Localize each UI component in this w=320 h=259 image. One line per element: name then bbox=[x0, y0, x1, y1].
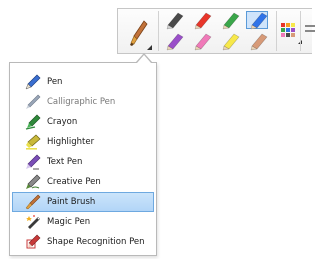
pen-toolbar bbox=[117, 8, 315, 54]
menu-item-label: Pen bbox=[47, 77, 63, 87]
menu-item-label: Crayon bbox=[47, 117, 78, 127]
swatch-green[interactable] bbox=[218, 11, 240, 30]
yellow-pen-icon bbox=[222, 33, 240, 51]
color-palette-button[interactable] bbox=[280, 22, 302, 44]
purple-pen-icon bbox=[166, 33, 184, 51]
pen-type-button[interactable] bbox=[128, 15, 152, 50]
toolbar-divider bbox=[158, 11, 159, 51]
menu-item-magic-pen[interactable]: Magic Pen bbox=[12, 212, 154, 232]
color-palette-icon bbox=[281, 23, 295, 37]
menu-item-paint-brush[interactable]: Paint Brush bbox=[12, 192, 154, 212]
swatch-black[interactable] bbox=[162, 11, 184, 30]
calligraphic-pen-icon bbox=[25, 94, 41, 110]
tan-pen-icon bbox=[250, 33, 268, 51]
menu-item-calligraphic-pen: Calligraphic Pen bbox=[12, 92, 154, 112]
crayon-icon bbox=[25, 114, 41, 130]
menu-item-label: Shape Recognition Pen bbox=[47, 237, 145, 247]
green-pen-icon bbox=[222, 12, 240, 30]
menu-item-label: Text Pen bbox=[47, 157, 83, 167]
swatch-purple[interactable] bbox=[162, 32, 184, 51]
color-swatches bbox=[162, 11, 274, 51]
shape-recognition-pen-icon bbox=[25, 234, 41, 250]
swatch-blue[interactable] bbox=[246, 11, 268, 30]
more-options-button[interactable] bbox=[305, 25, 315, 37]
creative-pen-icon bbox=[25, 174, 41, 190]
pen-type-list: Pen Calligraphic Pen Crayon Highlighter Text… bbox=[10, 72, 156, 252]
toolbar-divider bbox=[276, 11, 277, 51]
pink-pen-icon bbox=[194, 33, 212, 51]
menu-item-crayon[interactable]: Crayon bbox=[12, 112, 154, 132]
swatch-tan[interactable] bbox=[246, 32, 268, 51]
blue-pen-icon bbox=[250, 12, 268, 30]
menu-item-pen[interactable]: Pen bbox=[12, 72, 154, 92]
swatch-pink[interactable] bbox=[190, 32, 212, 51]
more-options-icon bbox=[305, 25, 315, 27]
menu-item-text-pen[interactable]: Text Pen bbox=[12, 152, 154, 172]
dropdown-caret-icon bbox=[147, 45, 152, 50]
menu-item-label: Calligraphic Pen bbox=[47, 97, 116, 107]
menu-item-label: Paint Brush bbox=[47, 197, 96, 207]
menu-item-label: Creative Pen bbox=[47, 177, 101, 187]
swatch-red[interactable] bbox=[190, 11, 212, 30]
black-pen-icon bbox=[166, 12, 184, 30]
red-pen-icon bbox=[194, 12, 212, 30]
pen-icon bbox=[25, 74, 41, 90]
toolbar-divider bbox=[300, 11, 301, 51]
menu-item-creative-pen[interactable]: Creative Pen bbox=[12, 172, 154, 192]
swatch-yellow[interactable] bbox=[218, 32, 240, 51]
menu-item-label: Highlighter bbox=[47, 137, 95, 147]
paint-brush-icon bbox=[130, 20, 148, 46]
paint-brush-icon bbox=[25, 194, 41, 210]
pen-type-menu: Pen Calligraphic Pen Crayon Highlighter Text… bbox=[9, 62, 157, 256]
menu-item-label: Magic Pen bbox=[47, 217, 91, 227]
menu-item-shape-recognition-pen[interactable]: Shape Recognition Pen bbox=[12, 232, 154, 252]
menu-item-highlighter[interactable]: Highlighter bbox=[12, 132, 154, 152]
text-pen-icon bbox=[25, 154, 41, 170]
stage: Pen Calligraphic Pen Crayon Highlighter Text… bbox=[0, 0, 315, 259]
highlighter-icon bbox=[25, 134, 41, 150]
magic-pen-icon bbox=[25, 214, 41, 230]
